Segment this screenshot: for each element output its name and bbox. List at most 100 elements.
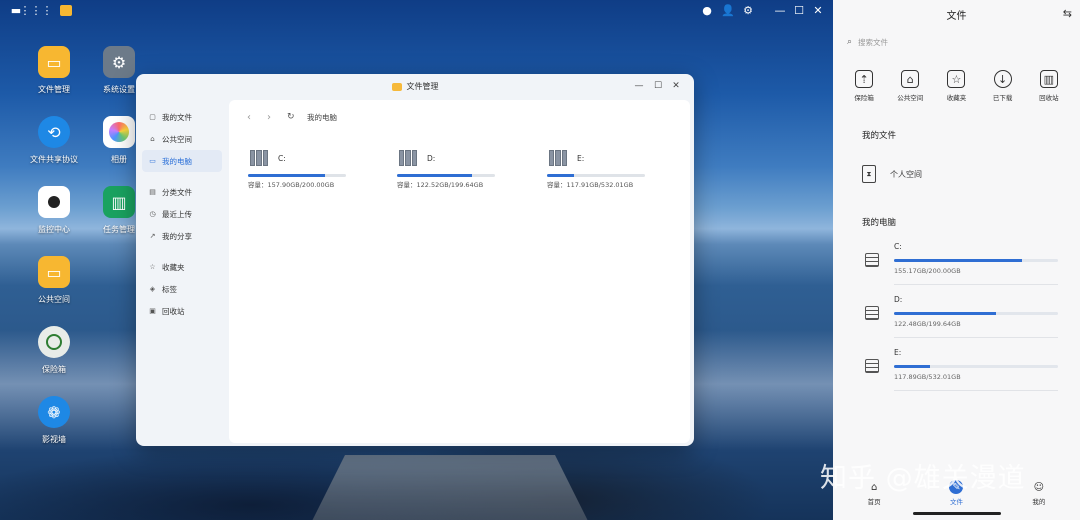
my-files-heading: 我的文件 (862, 131, 897, 141)
drive-item-c[interactable]: C: 容量：157.90GB/200.00GB (248, 148, 348, 189)
mobile-files-panel: 文件 ⇆ ⌕ 搜索文件 ⇡ 保险箱 ⌂ 公共空间 ☆ 收藏夹 ↓ 已下载 ▥ 回收站 我的… (833, 0, 1080, 520)
sidebar-item-public-space[interactable]: ⌂ 公共空间 (142, 128, 222, 150)
drive-item-e[interactable]: E: 容量：117.91GB/532.01GB (547, 148, 647, 189)
settings-icon[interactable]: ⚙ (741, 3, 755, 17)
minimize-icon[interactable]: — (773, 3, 787, 17)
sidebar-item-favorites[interactable]: ☆ 收藏夹 (142, 256, 222, 278)
quick-public-space[interactable]: ⌂ 公共空间 (888, 62, 932, 112)
folder-icon: ▭ (38, 46, 70, 78)
sidebar-item-tags[interactable]: ◈ 标签 (142, 278, 222, 300)
minimize-icon[interactable]: — (634, 81, 644, 91)
capacity-bar (894, 312, 1058, 315)
file-manager-taskbar-icon[interactable] (59, 3, 73, 17)
search-placeholder: 搜索文件 (858, 37, 889, 47)
my-computer-heading: 我的电脑 (862, 218, 897, 228)
capacity-bar (397, 174, 495, 177)
sidebar-item-categories[interactable]: ▤ 分类文件 (142, 181, 222, 203)
folder-icon (391, 82, 402, 91)
quick-trash[interactable]: ▥ 回收站 (1027, 62, 1071, 112)
favorites-icon: ☆ (947, 70, 966, 88)
refresh-icon[interactable]: ↻ (287, 112, 307, 122)
star-icon: ☆ (149, 263, 156, 271)
desktop-icon-video-wall[interactable]: ❁ 影视墙 (14, 396, 94, 445)
profile-icon: ☺ (1033, 481, 1045, 493)
hourglass-icon: ⧗ (862, 165, 876, 183)
notification-icon[interactable]: ● (700, 3, 714, 17)
panel-drive-d[interactable]: D: 122.48GB/199.64GB (862, 293, 1066, 341)
home-indicator (913, 512, 1001, 515)
category-icon: ▤ (149, 188, 156, 196)
forward-icon[interactable]: › (267, 112, 287, 123)
panel-drive-c[interactable]: C: 155.17GB/200.00GB (862, 240, 1066, 288)
photos-icon (103, 116, 135, 148)
computer-icon: ▭ (149, 157, 156, 165)
user-icon[interactable]: 👤 (721, 3, 735, 17)
safe-icon: ⇡ (855, 70, 874, 88)
tag-icon: ◈ (149, 285, 156, 293)
server-icon (865, 306, 879, 320)
capacity-bar (547, 174, 645, 177)
drive-item-d[interactable]: D: 容量：122.52GB/199.64GB (397, 148, 497, 189)
pier (309, 454, 591, 520)
window-sidebar: ▢ 我的文件 ⌂ 公共空间 ▭ 我的电脑 ▤ 分类文件 ◷ 最近上传 ↗ 我的分享 ☆ 收藏夹… (136, 99, 228, 446)
public-folder-icon: ⌂ (901, 70, 920, 88)
share-icon: ⟲ (38, 116, 70, 148)
sidebar-item-my-share[interactable]: ↗ 我的分享 (142, 225, 222, 247)
watermark: 知乎 @雄关漫道 (820, 463, 1026, 494)
server-icon (549, 150, 567, 166)
maximize-icon[interactable]: ☐ (792, 3, 806, 17)
sidebar-item-recent-upload[interactable]: ◷ 最近上传 (142, 203, 222, 225)
task-icon: ▥ (103, 186, 135, 218)
window-title-bar: 文件管理 — ☐ ✕ (136, 74, 694, 99)
desktop-icon-safe[interactable]: 保险箱 (14, 326, 94, 375)
server-icon (399, 150, 417, 166)
video-icon: ❁ (38, 396, 70, 428)
apps-grid-icon[interactable]: ⋮⋮⋮ (20, 3, 53, 17)
file-manager-window: 文件管理 — ☐ ✕ ▢ 我的文件 ⌂ 公共空间 ▭ 我的电脑 ▤ 分类文件 ◷ 最近上传… (136, 74, 694, 446)
divider (894, 284, 1058, 285)
quick-favorites[interactable]: ☆ 收藏夹 (934, 62, 978, 112)
panel-title: 文件 (946, 10, 967, 22)
server-icon (250, 150, 268, 166)
breadcrumb[interactable]: 我的电脑 (307, 112, 337, 123)
sidebar-item-my-computer[interactable]: ▭ 我的电脑 (142, 150, 222, 172)
sidebar-item-trash[interactable]: ▣ 回收站 (142, 300, 222, 322)
desktop: ▬ ⋮⋮⋮ ● 👤 ⚙ — ☐ ✕ ▭ 文件管理 ⚙ 系统设置 ⟲ 文件共享协议… (0, 0, 833, 520)
capacity-bar (248, 174, 346, 177)
share-icon: ↗ (149, 232, 156, 240)
safe-icon (38, 326, 70, 358)
recent-upload-icon: ◷ (149, 210, 156, 218)
quick-safe[interactable]: ⇡ 保险箱 (842, 62, 886, 112)
desktop-top-bar: ▬ ⋮⋮⋮ ● 👤 ⚙ — ☐ ✕ (0, 0, 833, 20)
my-files-icon: ▢ (149, 113, 156, 121)
public-folder-icon: ▭ (38, 256, 70, 288)
close-icon[interactable]: ✕ (671, 81, 681, 91)
trash-icon: ▣ (149, 307, 156, 315)
download-icon: ↓ (993, 70, 1012, 88)
path-bar: ‹ › ↻ 我的电脑 (229, 100, 690, 134)
quick-access-bar: ⇡ 保险箱 ⌂ 公共空间 ☆ 收藏夹 ↓ 已下载 ▥ 回收站 (833, 62, 1080, 112)
window-content: ‹ › ↻ 我的电脑 C: 容量：157.90GB/200.00GB D: 容量… (229, 100, 690, 443)
trash-icon: ▥ (1039, 70, 1058, 88)
search-icon: ⌕ (847, 37, 853, 47)
personal-space-item[interactable]: ⧗ 个人空间 (862, 160, 1062, 188)
quick-downloaded[interactable]: ↓ 已下载 (981, 62, 1025, 112)
desktop-icon-public-space[interactable]: ▭ 公共空间 (14, 256, 94, 305)
capacity-bar (894, 365, 1058, 368)
divider (894, 337, 1058, 338)
sidebar-item-my-files[interactable]: ▢ 我的文件 (142, 106, 222, 128)
search-input[interactable]: ⌕ 搜索文件 (847, 33, 1066, 51)
gear-icon: ⚙ (103, 46, 135, 78)
public-space-icon: ⌂ (150, 135, 155, 143)
server-icon (865, 253, 879, 267)
panel-drive-e[interactable]: E: 117.89GB/532.01GB (862, 346, 1066, 394)
switch-icon[interactable]: ⇆ (1063, 7, 1072, 20)
window-title: 文件管理 (406, 82, 439, 91)
maximize-icon[interactable]: ☐ (653, 81, 663, 91)
server-icon (865, 359, 879, 373)
camera-icon (38, 186, 70, 218)
panel-header: 文件 ⇆ (833, 0, 1080, 28)
divider (894, 390, 1058, 391)
close-icon[interactable]: ✕ (811, 3, 825, 17)
back-icon[interactable]: ‹ (247, 112, 267, 123)
